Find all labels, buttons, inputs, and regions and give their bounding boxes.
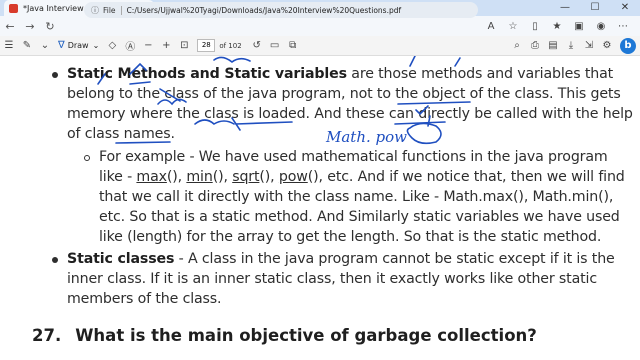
pdf-page: Static Methods and Static variables are … (0, 56, 640, 360)
bullet2-line3: members of the class. (67, 291, 222, 307)
ink-math-pow: Math. pow (325, 128, 407, 146)
sub-line3: that we call it directly with the class … (99, 189, 614, 205)
page-total: of 102 (219, 41, 242, 50)
bullet1-line1-rest: are those methods and variables that (346, 66, 614, 82)
highlight-dropdown-icon[interactable]: ⌄ (36, 40, 54, 51)
address-divider (120, 5, 122, 15)
max-link: max (136, 169, 167, 185)
ink-underline-loaded (235, 121, 293, 125)
bullet2-line1-rest: - A class in the java program cannot be … (174, 251, 615, 267)
copy-icon[interactable]: ⧉ (284, 40, 302, 51)
print-icon[interactable]: ⎙ (526, 40, 544, 51)
split-screen-icon[interactable]: ▯ (524, 21, 546, 32)
read-aloud-icon[interactable]: A (480, 21, 502, 32)
sub-line2-a: like - (99, 169, 137, 185)
ink-scribble-top (213, 56, 251, 64)
sub-line2-e: (), etc. And if we notice that, then we … (307, 169, 625, 185)
back-icon[interactable]: ← (0, 20, 20, 33)
rotate-icon[interactable]: ↺ (248, 40, 266, 51)
bullet2-line1: Static classes - A class in the java pro… (67, 251, 615, 267)
section-heading: 27. What is the main objective of garbage… (32, 326, 537, 345)
sub-line1: For example - We have used mathematical … (99, 149, 608, 165)
minimize-button[interactable]: — (550, 0, 580, 16)
zoom-out-button[interactable]: − (139, 40, 157, 51)
copilot-icon[interactable]: b (620, 38, 636, 54)
settings-icon[interactable]: ⚙ (598, 40, 616, 51)
text-icon[interactable]: Ⓐ (121, 38, 139, 53)
bullet1-line4: of class names. (67, 126, 175, 142)
refresh-icon[interactable]: ↻ (40, 20, 60, 33)
info-icon[interactable]: ⓘ (91, 5, 99, 16)
zoom-in-button[interactable]: + (157, 40, 175, 51)
sub-line5: like (length) for the array to get the l… (99, 229, 602, 245)
heading-number: 27. (32, 326, 62, 345)
address-url[interactable]: C:/Users/Ujjwal%20Tyagi/Downloads/Java%2… (127, 6, 402, 15)
heading-text: What is the main objective of garbage co… (75, 326, 537, 345)
draw-dropdown-icon[interactable]: ⌄ (93, 41, 100, 50)
pow-link: pow (278, 169, 308, 185)
draw-button[interactable]: ∇ Draw ⌄ (58, 40, 99, 51)
address-actions: A ☆ ▯ ★ ▣ ◉ ⋯ (480, 16, 634, 36)
sub-line2: like - max(), min(), sqrt(), pow(), etc.… (99, 169, 625, 185)
pin-icon[interactable]: ⇲ (580, 40, 598, 51)
sub-line2-d: (), (259, 169, 279, 185)
sub-bullet-marker (84, 155, 90, 161)
close-window-button[interactable]: ✕ (610, 0, 640, 16)
fit-page-icon[interactable]: ⊡ (175, 40, 193, 51)
pdf-icon (9, 3, 18, 13)
save-as-icon[interactable]: ⤓ (562, 40, 580, 51)
ink-underline-object (397, 101, 471, 105)
sub-line2-c: (), (212, 169, 233, 185)
bullet-marker (52, 257, 58, 263)
favorite-icon[interactable]: ☆ (502, 21, 524, 32)
collections-icon[interactable]: ▣ (568, 21, 590, 32)
sub-line2-b: (), (166, 169, 187, 185)
save-icon[interactable]: ▤ (544, 40, 562, 51)
page-number-input[interactable]: 28 (197, 39, 216, 52)
ink-mark-top (409, 56, 416, 67)
bullet1-lead: Static Methods and Static variables (67, 66, 347, 82)
ink-underline (129, 81, 151, 85)
favorites-bar-icon[interactable]: ★ (546, 21, 568, 32)
ink-underline-directly (394, 121, 446, 125)
page-view-icon[interactable]: ▭ (266, 40, 284, 51)
bullet-marker (52, 72, 58, 78)
bullet2-line2: inner class. If it is an inner static cl… (67, 271, 597, 287)
ink-underline-classnames (115, 141, 171, 144)
search-icon[interactable]: ⌕ (508, 40, 526, 51)
sub-line4: etc. So that is a static method. And Sim… (99, 209, 620, 225)
draw-label: Draw (67, 41, 89, 50)
address-prefix: File (103, 5, 116, 15)
eraser-icon[interactable]: ◇ (103, 40, 121, 51)
bullet1-line2: belong to the class of the java program,… (67, 86, 621, 102)
address-bar[interactable]: ⓘ File C:/Users/Ujjwal%20Tyagi/Downloads… (84, 2, 478, 18)
ink-mark-top (454, 57, 461, 67)
profile-icon[interactable]: ◉ (590, 21, 612, 32)
more-icon[interactable]: ⋯ (612, 21, 634, 32)
sqrt-link: sqrt (232, 169, 260, 185)
pdf-toolbar: ☰ ✎ ⌄ ∇ Draw ⌄ ◇ Ⓐ − + ⊡ 28 of 102 ↺ ▭ ⧉… (0, 36, 640, 56)
bullet2-lead: Static classes (67, 251, 175, 267)
bullet1-line3: memory where the class is loaded. And th… (67, 106, 633, 122)
contents-icon[interactable]: ☰ (0, 40, 18, 51)
highlight-icon[interactable]: ✎ (18, 40, 36, 51)
maximize-button[interactable]: ☐ (580, 0, 610, 16)
bullet1-line1: Static Methods and Static variables are … (67, 66, 613, 82)
ink-circle (406, 122, 442, 145)
min-link: min (186, 169, 213, 185)
pen-icon: ∇ (58, 40, 65, 51)
forward-icon[interactable]: → (20, 20, 40, 33)
